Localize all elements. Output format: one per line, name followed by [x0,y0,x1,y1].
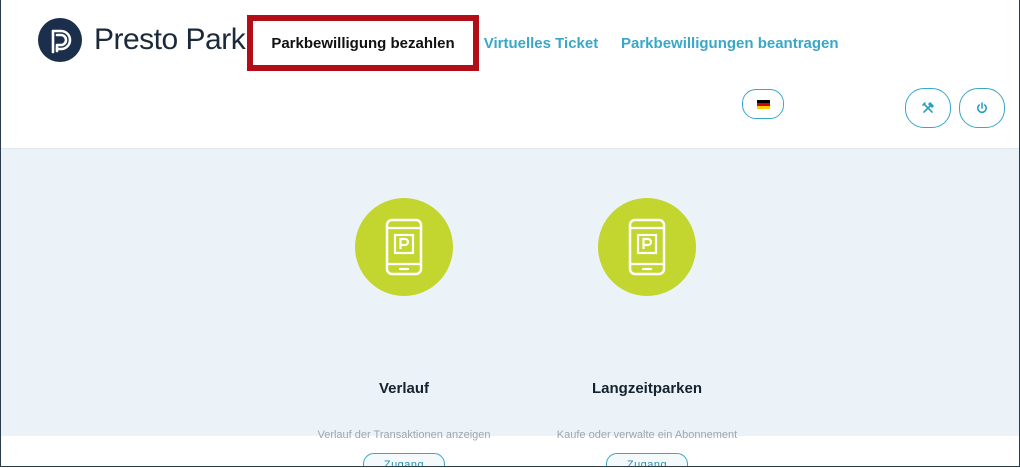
language-button[interactable] [742,89,784,119]
logout-button[interactable] [959,88,1005,128]
logo-icon [38,18,82,62]
card-description: Kaufe oder verwalte ein Abonnement [556,429,738,441]
german-flag-icon [756,99,770,109]
app-window: Presto Park Parkbewilligung bezahlen Vir… [0,0,1020,467]
logo-text: Presto Park [94,23,246,56]
main-nav: Parkbewilligung bezahlen Virtuelles Tick… [247,15,839,71]
card-description: Verlauf der Transaktionen anzeigen [317,429,491,441]
nav-virtual-ticket[interactable]: Virtuelles Ticket [479,15,603,71]
power-icon [977,102,987,114]
long-term-parking-card: Langzeitparken Kaufe oder verwalte ein A… [537,198,757,466]
card-title: Langzeitparken [591,380,703,397]
content-area: Verlauf Verlauf der Transaktionen anzeig… [1,149,1019,466]
history-card: Verlauf Verlauf der Transaktionen anzeig… [294,198,514,466]
tools-icon [922,102,934,113]
nav-pay-parking-permit[interactable]: Parkbewilligung bezahlen [247,15,479,71]
header: Presto Park Parkbewilligung bezahlen Vir… [1,0,1019,149]
long-term-parking-access-button[interactable]: Zugang [606,453,688,466]
phone-parking-icon [598,198,696,296]
history-access-button[interactable]: Zugang [363,453,445,466]
nav-apply-parking-permits[interactable]: Parkbewilligungen beantragen [603,15,839,71]
tools-button[interactable] [905,88,951,128]
logo[interactable]: Presto Park [38,18,246,62]
card-title: Verlauf [378,380,430,397]
phone-parking-icon [355,198,453,296]
